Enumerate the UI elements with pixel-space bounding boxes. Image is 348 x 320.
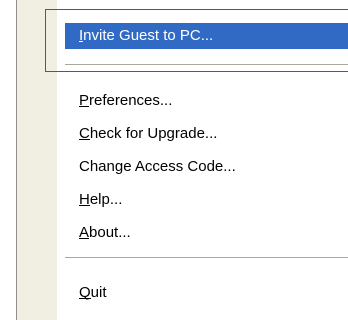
menu-item-label: nvite Guest to PC... — [83, 27, 214, 44]
menu-item-quit[interactable]: Quit — [65, 280, 348, 306]
mnemonic-letter: H — [79, 191, 90, 208]
mnemonic-letter: I — [79, 27, 84, 44]
mnemonic-letter: C — [79, 125, 90, 142]
menu-item-about[interactable]: About... — [65, 220, 348, 246]
menu-item-label: bout... — [89, 224, 131, 241]
mnemonic-letter: P — [79, 92, 90, 109]
menu-item-check-for-upgrade[interactable]: Check for Upgrade... — [65, 121, 348, 147]
mnemonic-letter: A — [79, 224, 90, 241]
menu-separator — [65, 257, 348, 258]
menu-item-label: Change Access Code... — [79, 158, 236, 175]
menu-item-label: elp... — [89, 191, 123, 208]
menu-icon-gutter — [17, 0, 57, 320]
menu-separator — [65, 64, 348, 65]
menu-item-change-access-code[interactable]: Change Access Code... — [65, 154, 348, 180]
mnemonic-letter: Q — [79, 284, 91, 301]
menu-item-invite-guest[interactable]: Invite Guest to PC... — [65, 23, 348, 49]
menu-item-help[interactable]: Help... — [65, 187, 348, 213]
menu-item-label: references... — [89, 92, 173, 109]
menu-item-label: heck for Upgrade... — [89, 125, 218, 142]
menu-item-preferences[interactable]: Preferences... — [65, 88, 348, 114]
context-menu: Invite Guest to PC... Preferences... Che… — [16, 0, 348, 320]
menu-item-label: uit — [90, 284, 107, 301]
